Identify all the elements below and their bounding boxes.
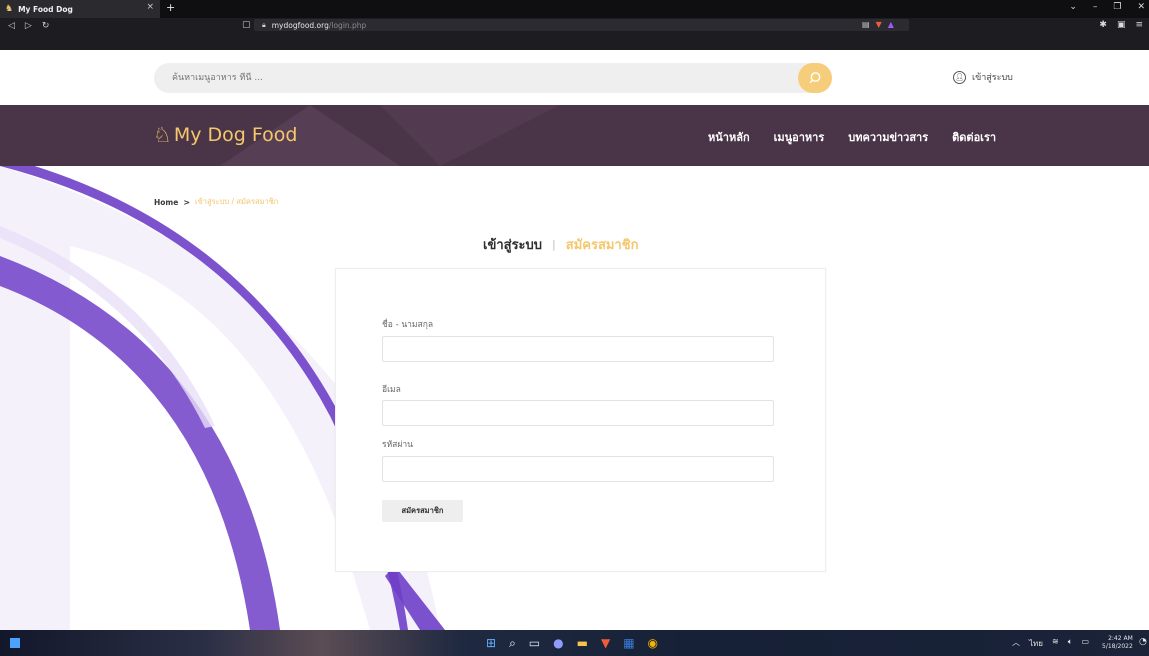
- site-logo[interactable]: ♘ My Dog Food: [153, 123, 297, 147]
- close-window-icon[interactable]: ✕: [1137, 2, 1145, 12]
- restore-icon[interactable]: ❐: [1113, 2, 1121, 12]
- login-link[interactable]: 👤︎ เข้าสู่ระบบ: [953, 70, 1013, 84]
- breadcrumb-separator: >: [183, 197, 191, 207]
- dog-logo-icon: ♘: [153, 123, 172, 147]
- search-bar: [154, 63, 832, 93]
- bookmark-icon[interactable]: ▢: [242, 20, 251, 30]
- wifi-icon[interactable]: ≋: [1052, 637, 1059, 650]
- reload-icon[interactable]: ↻: [42, 21, 50, 31]
- nav-decor-triangle: [380, 105, 560, 166]
- nav-buttons: ◁ ▷ ↻: [8, 21, 49, 31]
- url-host: mydogfood.org: [271, 20, 329, 30]
- chat-icon[interactable]: ●: [553, 636, 563, 651]
- email-field[interactable]: [382, 400, 774, 426]
- clock-date: 5/18/2022: [1102, 643, 1133, 650]
- menu-item-food-menu[interactable]: เมนูอาหาร: [774, 128, 825, 146]
- tab-close-icon[interactable]: ×: [146, 2, 154, 12]
- language-indicator[interactable]: ไทย: [1029, 637, 1043, 650]
- dog-favicon-icon: ♞: [5, 4, 14, 14]
- extensions-icon[interactable]: ✱: [1099, 20, 1107, 30]
- clock-time: 2:42 AM: [1108, 635, 1133, 642]
- lock-icon: 🔒︎: [262, 20, 266, 29]
- window-controls: ⌄ – ❐ ✕: [1069, 2, 1145, 12]
- tab-list-chevron-icon[interactable]: ⌄: [1069, 2, 1077, 12]
- browser-tab-bar: ♞ My Food Dog × + ⌄ – ❐ ✕: [0, 0, 1149, 18]
- name-field[interactable]: [382, 336, 774, 362]
- password-label: รหัสผ่าน: [382, 440, 413, 450]
- back-icon[interactable]: ◁: [8, 21, 15, 31]
- tray-chevron-icon[interactable]: ︿: [1012, 637, 1020, 650]
- volume-icon[interactable]: 🔈︎: [1068, 637, 1073, 650]
- os-taskbar: ⊞ ⌕ ▭ ● ▬ ▼ ▦ ◉ ︿ ไทย ≋ 🔈︎ ▭ 2:42 AM 5/1…: [0, 630, 1149, 656]
- breadcrumb: Home > เข้าสู่ระบบ / สมัครสมาชิก: [154, 196, 278, 208]
- main-menu: หน้าหลัก เมนูอาหาร บทความข่าวสาร ติดต่อเ…: [708, 128, 1020, 146]
- search-icon: [809, 72, 821, 84]
- chrome-icon[interactable]: ◉: [648, 636, 658, 651]
- browser-tab[interactable]: ♞ My Food Dog ×: [0, 0, 160, 18]
- auth-switcher: เข้าสู่ระบบ | สมัครสมาชิก: [483, 234, 638, 255]
- menu-item-contact[interactable]: ติดต่อเรา: [952, 128, 996, 146]
- url-field[interactable]: 🔒︎ mydogfood.org /login.php: [254, 19, 909, 31]
- rewards-icon[interactable]: ▲: [888, 20, 894, 29]
- tab-register[interactable]: สมัครสมาชิก: [566, 234, 639, 255]
- switch-divider: |: [552, 238, 556, 251]
- wallet-icon[interactable]: ▣: [1117, 20, 1126, 30]
- email-label: อีเมล: [382, 385, 401, 395]
- taskbar-apps: ⊞ ⌕ ▭ ● ▬ ▼ ▦ ◉: [486, 636, 658, 651]
- browser-toolbar-icons: ✱ ▣ ≡: [1099, 20, 1143, 30]
- brave-browser-icon[interactable]: ▼: [601, 636, 610, 651]
- task-view-icon[interactable]: ▭: [529, 636, 540, 651]
- url-path: /login.php: [328, 20, 367, 30]
- name-label: ชื่อ - นามสกุล: [382, 320, 434, 330]
- register-form-card: ชื่อ - นามสกุล อีเมล รหัสผ่าน สมัครสมาชิ…: [335, 268, 826, 572]
- breadcrumb-home[interactable]: Home: [154, 198, 178, 207]
- user-icon: 👤︎: [953, 70, 966, 84]
- logo-text: My Dog Food: [173, 124, 298, 146]
- register-button[interactable]: สมัครสมาชิก: [382, 500, 463, 522]
- tab-title: My Food Dog: [18, 4, 73, 14]
- clock[interactable]: 2:42 AM 5/18/2022: [1102, 635, 1133, 651]
- translate-icon[interactable]: ▤: [862, 20, 870, 29]
- tab-login[interactable]: เข้าสู่ระบบ: [483, 234, 542, 255]
- notification-icon[interactable]: ◔: [1139, 637, 1147, 647]
- menu-icon[interactable]: ≡: [1135, 20, 1143, 30]
- menu-item-home[interactable]: หน้าหลัก: [708, 128, 750, 146]
- new-tab-button[interactable]: +: [166, 1, 175, 14]
- battery-icon[interactable]: ▭: [1082, 637, 1090, 650]
- search-input[interactable]: [170, 72, 774, 84]
- file-explorer-icon[interactable]: ▬: [577, 636, 588, 651]
- shield-icons: ▤ ▼ ▲: [862, 20, 894, 29]
- main-navbar: ♘ My Dog Food หน้าหลัก เมนูอาหาร บทความข…: [0, 105, 1149, 166]
- word-icon[interactable]: ▦: [623, 636, 634, 651]
- system-tray: ︿ ไทย ≋ 🔈︎ ▭: [1012, 637, 1089, 650]
- search-icon[interactable]: ⌕: [509, 636, 516, 651]
- browser-address-bar: ◁ ▷ ↻ ▢ 🔒︎ mydogfood.org /login.php ✱ ▣ …: [0, 18, 1149, 50]
- windows-start-icon[interactable]: ⊞: [486, 636, 496, 651]
- forward-icon[interactable]: ▷: [25, 21, 32, 31]
- password-field[interactable]: [382, 456, 774, 482]
- search-button[interactable]: [798, 63, 832, 93]
- menu-item-articles[interactable]: บทความข่าวสาร: [848, 128, 928, 146]
- app-icon[interactable]: [10, 638, 20, 648]
- minimize-icon[interactable]: –: [1093, 2, 1098, 12]
- breadcrumb-current: เข้าสู่ระบบ / สมัครสมาชิก: [195, 197, 279, 206]
- brave-shield-icon[interactable]: ▼: [876, 20, 882, 29]
- login-link-label: เข้าสู่ระบบ: [972, 73, 1013, 83]
